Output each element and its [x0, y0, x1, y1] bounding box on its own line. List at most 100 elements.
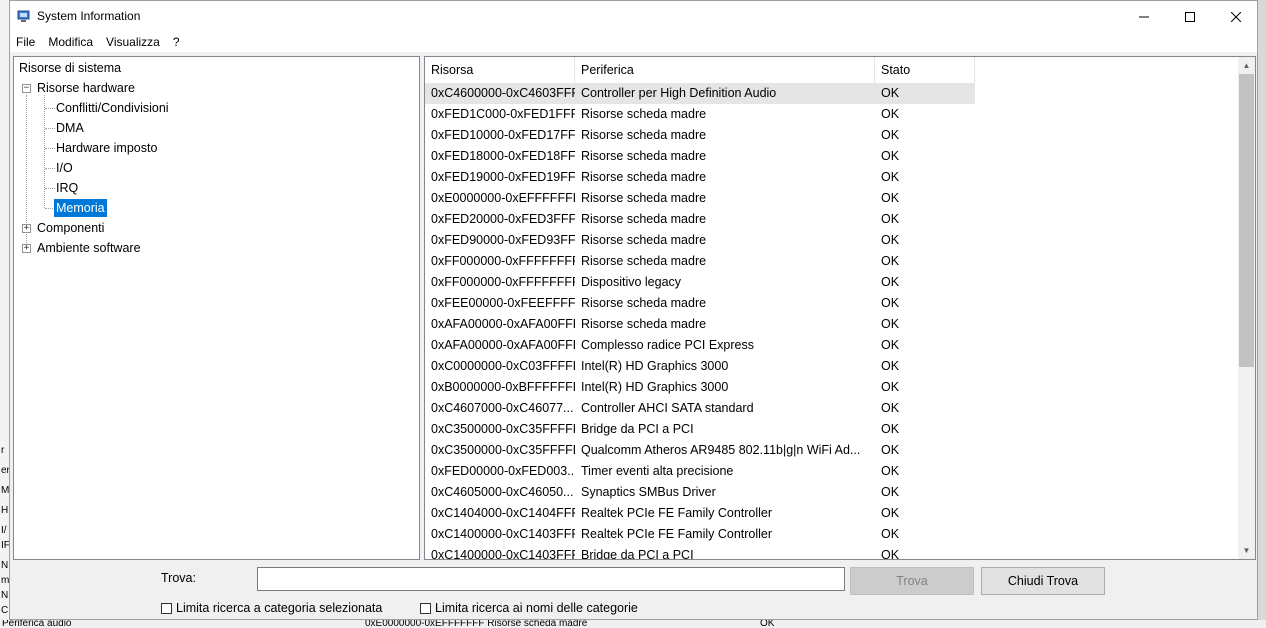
cell-stato: OK: [881, 275, 900, 289]
table-row[interactable]: 0xC4605000-0xC46050... Synaptics SMBus Dr…: [425, 482, 975, 503]
cell-stato: OK: [881, 107, 900, 121]
cell-stato: OK: [881, 128, 900, 142]
column-header-risorsa[interactable]: Risorsa: [425, 57, 575, 83]
cell-stato: OK: [881, 506, 900, 520]
expand-icon[interactable]: +: [22, 224, 31, 233]
title-bar[interactable]: System Information: [10, 1, 1257, 32]
table-row[interactable]: 0xB0000000-0xBFFFFFFF Intel(R) HD Graphic…: [425, 377, 975, 398]
table-row[interactable]: 0xC3500000-0xC35FFFFF Qualcomm Atheros AR…: [425, 440, 975, 461]
limit-category-label: Limita ricerca a categoria selezionata: [176, 601, 383, 615]
category-tree[interactable]: Risorse di sistema − Risorse hardware Co…: [13, 56, 420, 560]
table-row[interactable]: 0xFF000000-0xFFFFFFFF Risorse scheda madr…: [425, 251, 975, 272]
cell-periferica: Intel(R) HD Graphics 3000: [581, 380, 729, 394]
tree-item-dma[interactable]: DMA: [56, 119, 84, 137]
cell-stato: OK: [881, 233, 900, 247]
collapse-icon[interactable]: −: [22, 84, 31, 93]
tree-root[interactable]: Risorse di sistema: [19, 59, 121, 77]
resource-list[interactable]: Risorsa Periferica Stato 0xC4600000-0xC4…: [424, 56, 1256, 560]
cell-periferica: Qualcomm Atheros AR9485 802.11b|g|n WiFi…: [581, 443, 861, 457]
cell-periferica: Realtek PCIe FE Family Controller: [581, 506, 773, 520]
scroll-up-arrow-icon[interactable]: ▲: [1238, 57, 1255, 74]
cell-risorsa: 0xAFA00000-0xAFA00FFF: [431, 317, 575, 331]
limit-category-checkbox[interactable]: Limita ricerca a categoria selezionata: [161, 600, 382, 616]
cell-risorsa: 0xC0000000-0xC03FFFFF: [431, 359, 575, 373]
table-row[interactable]: 0xC0000000-0xC03FFFFF Intel(R) HD Graphic…: [425, 356, 975, 377]
find-button[interactable]: Trova: [850, 567, 974, 595]
cell-risorsa: 0xC4600000-0xC4603FFF: [431, 86, 575, 100]
tree-item-memoria[interactable]: Memoria: [54, 199, 107, 217]
column-header-periferica[interactable]: Periferica: [575, 57, 875, 83]
tree-item-io[interactable]: I/O: [56, 159, 73, 177]
maximize-button[interactable]: [1167, 1, 1213, 32]
table-row[interactable]: 0xC1404000-0xC1404FFF Realtek PCIe FE Fam…: [425, 503, 975, 524]
table-row[interactable]: 0xC4600000-0xC4603FFF Controller per High…: [425, 83, 975, 104]
maximize-icon: [1185, 11, 1195, 22]
cell-stato: OK: [881, 380, 900, 394]
menu-file[interactable]: File: [10, 35, 42, 49]
tree-item-risorse-hardware[interactable]: Risorse hardware: [37, 79, 135, 97]
table-row[interactable]: 0xFED10000-0xFED17FFF Risorse scheda madr…: [425, 125, 975, 146]
menu-visualizza[interactable]: Visualizza: [100, 35, 167, 49]
cell-risorsa: 0xC1400000-0xC1403FFF: [431, 527, 575, 541]
cell-risorsa: 0xC4607000-0xC46077...: [431, 401, 574, 415]
tree-item-hardware-imposto[interactable]: Hardware imposto: [56, 139, 157, 157]
close-button[interactable]: [1213, 1, 1259, 32]
menu-modifica[interactable]: Modifica: [42, 35, 100, 49]
minimize-button[interactable]: [1121, 1, 1167, 32]
cell-stato: OK: [881, 191, 900, 205]
cell-risorsa: 0xC3500000-0xC35FFFFF: [431, 443, 575, 457]
background-fragment: N: [1, 590, 9, 601]
cell-periferica: Risorse scheda madre: [581, 317, 707, 331]
minimize-icon: [1139, 16, 1149, 17]
checkbox-icon[interactable]: [161, 602, 172, 614]
table-row[interactable]: 0xFED1C000-0xFED1FFFF Risorse scheda madr…: [425, 104, 975, 125]
table-row[interactable]: 0xC1400000-0xC1403FFF Realtek PCIe FE Fam…: [425, 524, 975, 545]
tree-item-componenti[interactable]: Componenti: [37, 219, 104, 237]
table-row[interactable]: 0xC1400000-0xC1403FFF Bridge da PCI a PCI…: [425, 545, 975, 559]
scrollbar-thumb[interactable]: [1239, 74, 1254, 367]
table-row[interactable]: 0xC3500000-0xC35FFFFF Bridge da PCI a PCI…: [425, 419, 975, 440]
table-row[interactable]: 0xFED18000-0xFED18FFF Risorse scheda madr…: [425, 146, 975, 167]
limit-names-checkbox[interactable]: Limita ricerca ai nomi delle categorie: [420, 600, 638, 616]
cell-risorsa: 0xFED90000-0xFED93FFF: [431, 233, 575, 247]
close-icon: [1231, 11, 1241, 22]
tree-item-conflitti[interactable]: Conflitti/Condivisioni: [56, 99, 169, 117]
expand-icon[interactable]: +: [22, 244, 31, 253]
cell-periferica: Risorse scheda madre: [581, 107, 707, 121]
cell-stato: OK: [881, 170, 900, 184]
table-row[interactable]: 0xC4607000-0xC46077... Controller AHCI SA…: [425, 398, 975, 419]
cell-periferica: Risorse scheda madre: [581, 212, 707, 226]
tree-connector: [45, 188, 55, 189]
find-input[interactable]: [257, 567, 845, 591]
close-find-button[interactable]: Chiudi Trova: [981, 567, 1105, 595]
cell-risorsa: 0xFED19000-0xFED19FFF: [431, 170, 575, 184]
table-row[interactable]: 0xFED19000-0xFED19FFF Risorse scheda madr…: [425, 167, 975, 188]
column-header-stato[interactable]: Stato: [875, 57, 975, 83]
find-label: Trova:: [161, 571, 196, 585]
table-row[interactable]: 0xFED90000-0xFED93FFF Risorse scheda madr…: [425, 230, 975, 251]
cell-periferica: Risorse scheda madre: [581, 170, 707, 184]
tree-item-irq[interactable]: IRQ: [56, 179, 78, 197]
cell-stato: OK: [881, 212, 900, 226]
table-row[interactable]: 0xFEE00000-0xFEEFFFFF Risorse scheda madr…: [425, 293, 975, 314]
background-bottom-left: Periferica audio: [2, 620, 72, 628]
cell-stato: OK: [881, 359, 900, 373]
cell-risorsa: 0xFED1C000-0xFED1FFFF: [431, 107, 575, 121]
table-row[interactable]: 0xFED20000-0xFED3FFFF Risorse scheda madr…: [425, 209, 975, 230]
cell-risorsa: 0xFF000000-0xFFFFFFFF: [431, 254, 575, 268]
checkbox-icon[interactable]: [420, 602, 431, 614]
table-row[interactable]: 0xE0000000-0xEFFFFFFF Risorse scheda madr…: [425, 188, 975, 209]
table-row[interactable]: 0xFF000000-0xFFFFFFFF Dispositivo legacy O…: [425, 272, 975, 293]
table-row[interactable]: 0xFED00000-0xFED003... Timer eventi alta …: [425, 461, 975, 482]
system-information-icon: [17, 10, 30, 22]
tree-item-ambiente-software[interactable]: Ambiente software: [37, 239, 141, 257]
cell-periferica: Synaptics SMBus Driver: [581, 485, 716, 499]
scroll-down-arrow-icon[interactable]: ▼: [1238, 542, 1255, 559]
vertical-scrollbar[interactable]: ▲ ▼: [1238, 57, 1255, 559]
table-row[interactable]: 0xAFA00000-0xAFA00FFF Risorse scheda madr…: [425, 314, 975, 335]
cell-periferica: Realtek PCIe FE Family Controller: [581, 527, 773, 541]
system-information-window: System Information File Modifica Visuali…: [9, 0, 1258, 620]
table-row[interactable]: 0xAFA00000-0xAFA00FFF Complesso radice PC…: [425, 335, 975, 356]
tree-connector: [45, 108, 55, 109]
menu-help[interactable]: ?: [167, 35, 187, 49]
